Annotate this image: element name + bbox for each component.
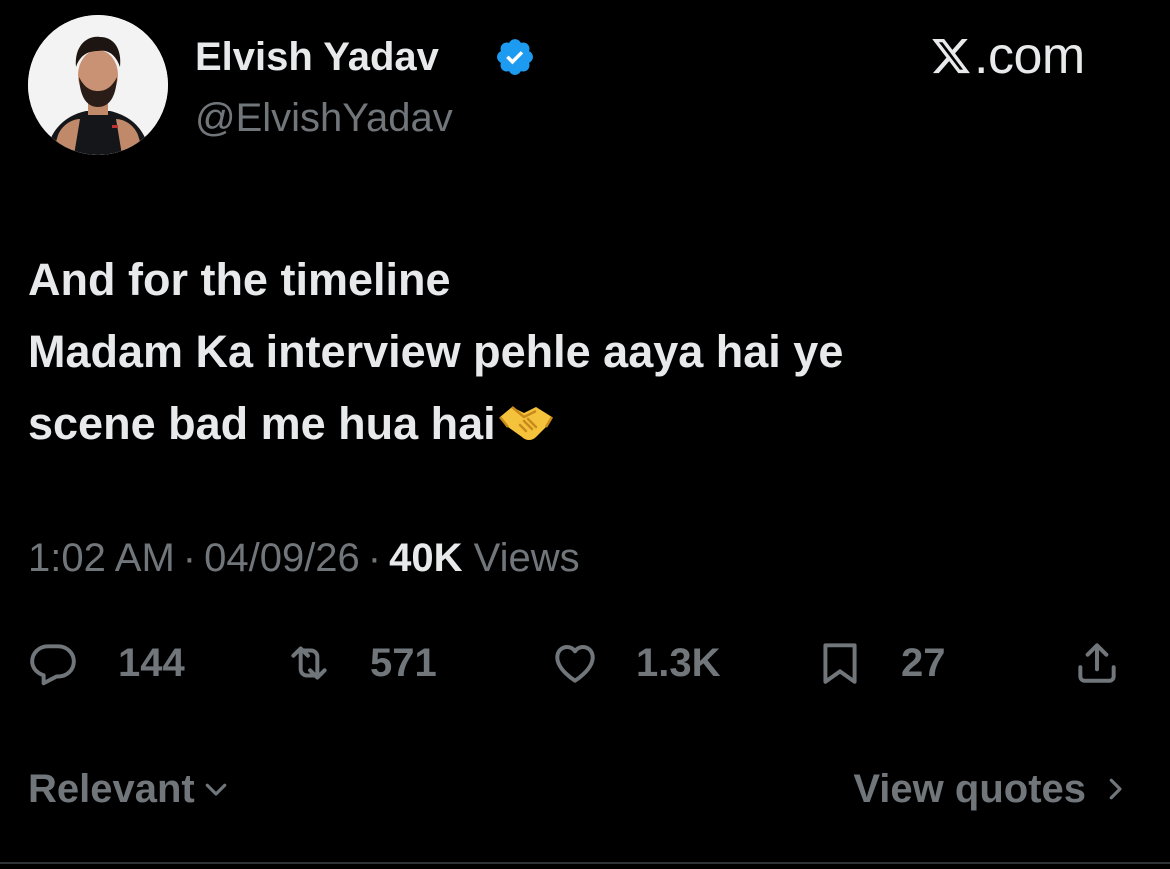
divider — [0, 862, 1170, 864]
chevron-right-icon — [1109, 778, 1122, 800]
x-logo-icon — [932, 38, 970, 74]
tweet-text: And for the timeline Madam Ka interview … — [28, 244, 1128, 460]
sort-replies-dropdown[interactable]: Relevant — [28, 764, 231, 814]
sort-label: Relevant — [28, 767, 195, 811]
action-bar: 144 571 1.3K 27 — [28, 636, 1138, 690]
author-handle[interactable]: @ElvishYadav — [195, 95, 453, 141]
share-button[interactable] — [1072, 636, 1122, 690]
share-icon — [1078, 643, 1116, 683]
views-label: Views — [473, 536, 580, 580]
meta-separator: · — [367, 536, 382, 580]
tweet-meta: 1:02 AM · 04/09/26 · 40K Views — [28, 534, 580, 582]
like-count: 1.3K — [636, 640, 721, 685]
reply-button[interactable]: 144 — [28, 636, 185, 690]
chevron-down-icon — [205, 783, 227, 796]
heart-icon — [555, 644, 595, 683]
views-count: 40K — [389, 536, 463, 580]
meta-separator: · — [182, 536, 197, 580]
repost-count: 571 — [370, 640, 437, 685]
avatar-photo — [28, 15, 168, 155]
tweet-date[interactable]: 04/09/26 — [204, 536, 360, 580]
handshake-emoji-icon — [498, 406, 553, 440]
verified-badge-icon — [497, 39, 533, 75]
author-display-name[interactable]: Elvish Yadav — [195, 34, 439, 80]
like-button[interactable]: 1.3K — [550, 636, 721, 690]
tweet-time[interactable]: 1:02 AM — [28, 536, 175, 580]
site-domain: .com — [974, 27, 1085, 85]
reply-icon — [30, 644, 76, 686]
tweet-line: Madam Ka interview pehle aaya hai ye — [28, 326, 844, 377]
view-quotes-link[interactable]: View quotes — [853, 764, 1130, 814]
view-quotes-label: View quotes — [853, 767, 1086, 811]
bookmark-count: 27 — [901, 640, 946, 685]
bookmark-button[interactable]: 27 — [815, 636, 946, 690]
avatar[interactable] — [28, 15, 168, 155]
repost-icon — [291, 646, 327, 680]
tweet-line: scene bad me hua hai — [28, 398, 496, 449]
bookmark-icon — [823, 643, 857, 684]
tweet-line: And for the timeline — [28, 254, 451, 305]
repost-button[interactable]: 571 — [284, 636, 437, 690]
x-site-logo: .com — [930, 28, 1085, 84]
reply-count: 144 — [118, 640, 185, 685]
tweet-line-with-emoji: scene bad me hua hai — [28, 388, 1128, 460]
